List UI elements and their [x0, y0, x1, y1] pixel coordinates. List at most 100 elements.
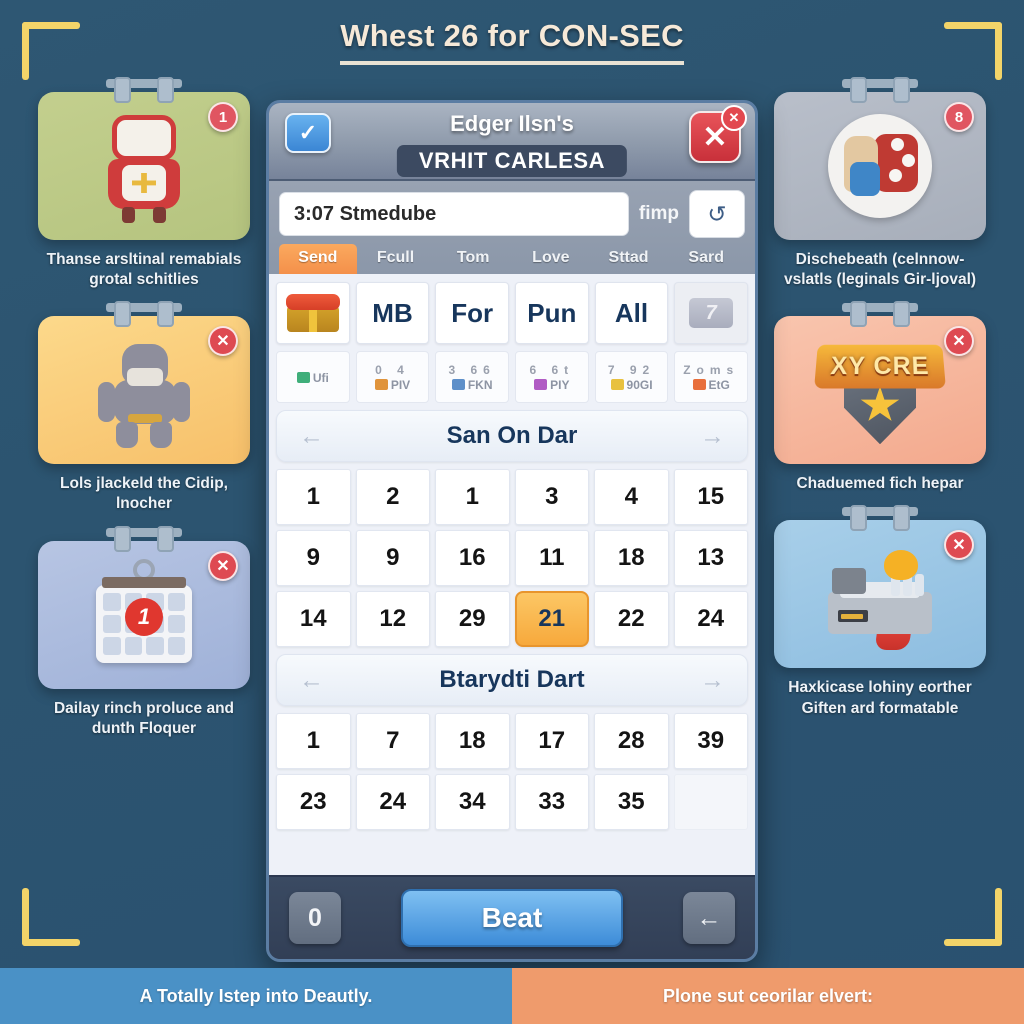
num-cell[interactable]: 1 — [276, 713, 351, 769]
num-cell[interactable]: 24 — [673, 591, 748, 647]
main-dialog: ✓ Edger Ilsn's VRHIT CARLESA ✕ ✕ 3:07 St… — [266, 100, 758, 962]
clip-icon — [106, 299, 182, 329]
dialog-titlebar: ✓ Edger Ilsn's VRHIT CARLESA ✕ ✕ — [269, 103, 755, 181]
section-1-title: San On Dar — [446, 422, 578, 449]
num-cell[interactable]: 33 — [514, 774, 589, 830]
num-cell[interactable]: 39 — [673, 713, 748, 769]
bottom-banner-left[interactable]: A Totally Istep into Deautly. — [0, 968, 512, 1024]
left-card-2-caption: Lols jlackeld the Cidip, lnocher — [60, 475, 228, 513]
num-cell[interactable]: 1 — [435, 469, 510, 525]
close-badge-icon: ✕ — [721, 105, 747, 131]
beat-button[interactable]: Beat — [401, 889, 623, 947]
mini-cell-1[interactable]: Ufi — [276, 351, 350, 403]
mini-cell-2[interactable]: 0 4 PIV — [355, 351, 430, 403]
left-card-1-thumbnail[interactable]: 1 — [38, 92, 250, 240]
mini-cell-1-label: Ufi — [296, 371, 329, 385]
right-card-column: 8 Dischebeath (celnnow-vslatls (leginals… — [774, 77, 986, 719]
num-cell[interactable]: 15 — [673, 469, 748, 525]
dialog-body: MB For Pun All 7 Ufi 0 4 PIV 3 66 FKN 6 — [269, 274, 755, 875]
right-card-1-caption: Dischebeath (celnnow-vslatls (leginals G… — [783, 251, 977, 289]
zero-button[interactable]: 0 — [289, 892, 341, 944]
num-cell[interactable]: 4 — [594, 469, 669, 525]
num-cell[interactable]: 7 — [355, 713, 430, 769]
num-cell[interactable]: 23 — [276, 774, 351, 830]
mini-cell-6[interactable]: Zoms EtG — [674, 351, 749, 403]
back-arrow-icon[interactable]: ← — [683, 892, 735, 944]
tab-fcull[interactable]: Fcull — [357, 244, 435, 274]
mini-cell-6-nums: Zoms — [683, 362, 740, 377]
clip-icon — [106, 524, 182, 554]
section-1-prev-icon[interactable]: ← — [299, 422, 324, 451]
right-card-3[interactable]: ✕ Haxkicase lohiny eorther Giften ard fo… — [774, 505, 986, 718]
gift-box-icon — [285, 294, 340, 332]
search-input[interactable]: 3:07 Stmedube — [279, 192, 629, 236]
mini-cell-4-label: PIY — [534, 378, 570, 392]
bottom-banner-left-text: A Totally Istep into Deautly. — [139, 985, 373, 1006]
left-card-1[interactable]: 1 Thanse arsltinal remabials grotal schi… — [38, 77, 250, 290]
tab-sard[interactable]: Sard — [667, 244, 745, 274]
chip-all[interactable]: All — [594, 282, 669, 344]
tab-send[interactable]: Send — [279, 244, 357, 274]
num-cell[interactable]: 18 — [435, 713, 510, 769]
tab-love[interactable]: Love — [512, 244, 590, 274]
num-cell-empty — [673, 774, 748, 830]
num-cell[interactable]: 14 — [276, 591, 351, 647]
right-card-1-thumbnail[interactable]: 8 — [774, 92, 986, 240]
chip-for[interactable]: For — [435, 282, 510, 344]
mini-cell-4-nums: 6 6t — [529, 362, 575, 377]
num-cell[interactable]: 2 — [355, 469, 430, 525]
section-1-next-icon[interactable]: → — [700, 422, 725, 451]
clip-icon — [106, 75, 182, 105]
dialog-footer: 0 Beat ← — [269, 875, 755, 959]
num-cell[interactable]: 3 — [514, 469, 589, 525]
num-cell[interactable]: 18 — [594, 530, 669, 586]
tab-sttad[interactable]: Sttad — [590, 244, 668, 274]
mini-cell-2-label: PIV — [374, 378, 410, 392]
num-cell[interactable]: 24 — [355, 774, 430, 830]
mini-cell-4[interactable]: 6 6t PIY — [515, 351, 589, 403]
num-cell[interactable]: 17 — [514, 713, 589, 769]
left-card-2[interactable]: ✕ Lols jlackeld the Cidip, lnocher — [38, 301, 250, 514]
mini-stat-row: Ufi 0 4 PIV 3 66 FKN 6 6t PIY 7 92 90GI … — [276, 351, 749, 403]
chip-pun[interactable]: Pun — [515, 282, 589, 344]
num-cell[interactable]: 9 — [276, 530, 351, 586]
bottom-banner-right-text: Plone sut ceorilar elvert: — [662, 985, 874, 1006]
section-2-grid: 1 7 18 17 28 39 23 24 34 33 35 — [276, 713, 748, 830]
close-button[interactable]: ✕ ✕ — [689, 105, 747, 163]
num-cell[interactable]: 22 — [594, 591, 669, 647]
left-card-2-thumbnail[interactable]: ✕ — [38, 316, 250, 465]
left-card-3[interactable]: ✕ Dailay rinch proluce and dunth Floquer — [38, 525, 250, 739]
right-card-2-thumbnail[interactable]: XY CRE ✕ — [774, 316, 986, 465]
clip-icon — [842, 299, 918, 329]
num-cell[interactable]: 28 — [594, 713, 669, 769]
chip-mb[interactable]: MB — [355, 282, 430, 344]
num-cell[interactable]: 12 — [355, 591, 430, 647]
right-card-2[interactable]: XY CRE ✕ Chaduemed fich hepar — [774, 301, 986, 494]
right-card-1[interactable]: 8 Dischebeath (celnnow-vslatls (leginals… — [774, 77, 986, 290]
chip-seven-disabled: 7 — [674, 282, 749, 344]
clip-icon — [842, 503, 918, 533]
mini-cell-5[interactable]: 7 92 90GI — [594, 351, 669, 403]
section-2-prev-icon[interactable]: ← — [299, 666, 324, 695]
left-card-3-badge[interactable]: ✕ — [208, 550, 238, 581]
section-2-next-icon[interactable]: → — [700, 666, 725, 695]
right-card-3-thumbnail[interactable]: ✕ — [774, 520, 986, 669]
chip-gift[interactable] — [276, 282, 350, 344]
num-cell[interactable]: 13 — [673, 530, 748, 586]
right-card-3-caption: Haxkicase lohiny eorther Giften ard form… — [788, 679, 972, 717]
num-cell[interactable]: 34 — [435, 774, 510, 830]
left-card-column: 1 Thanse arsltinal remabials grotal schi… — [38, 77, 250, 739]
bottom-banner-right[interactable]: Plone sut ceorilar elvert: — [512, 968, 1024, 1024]
tab-tom[interactable]: Tom — [434, 244, 512, 274]
mini-cell-3[interactable]: 3 66 FKN — [435, 351, 510, 403]
num-cell[interactable]: 11 — [514, 530, 589, 586]
num-cell[interactable]: 16 — [435, 530, 510, 586]
section-1-header: ← San On Dar → — [276, 410, 748, 462]
left-card-3-thumbnail[interactable]: ✕ — [38, 540, 250, 689]
num-cell[interactable]: 9 — [355, 530, 430, 586]
num-cell[interactable]: 29 — [435, 591, 510, 647]
num-cell-selected[interactable]: 21 — [514, 591, 589, 647]
num-cell[interactable]: 1 — [276, 469, 351, 525]
refresh-icon[interactable]: ↺ — [689, 190, 745, 238]
num-cell[interactable]: 35 — [594, 774, 669, 830]
